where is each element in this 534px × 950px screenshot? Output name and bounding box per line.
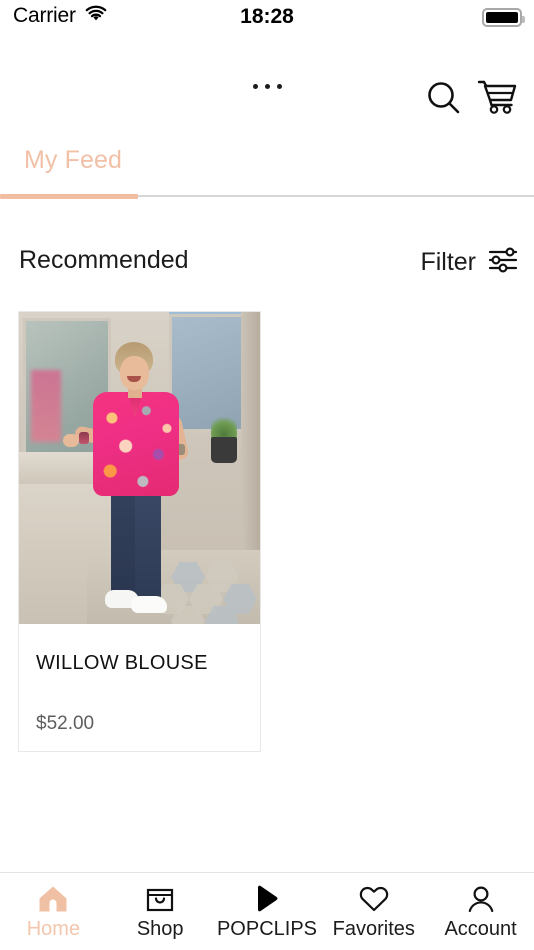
nav-item-home[interactable]: Home	[0, 873, 107, 941]
photo-model-shoe-right	[131, 596, 167, 613]
photo-window-display	[31, 370, 61, 442]
status-bar-center: 18:28	[0, 5, 534, 29]
product-card[interactable]: WILLOW BLOUSE $52.00	[18, 311, 261, 752]
nav-label-favorites: Favorites	[332, 918, 415, 940]
search-icon[interactable]	[424, 78, 464, 123]
filter-label: Filter	[420, 248, 476, 276]
dot	[253, 84, 258, 89]
shopping-cart-icon[interactable]	[476, 78, 520, 123]
nav-label-account: Account	[444, 918, 517, 940]
photo-column	[241, 312, 260, 562]
nav-label-home: Home	[26, 918, 81, 940]
nav-label-shop: Shop	[136, 918, 184, 940]
status-bar: Carrier 18:28	[0, 0, 534, 40]
filter-button[interactable]: Filter	[420, 246, 518, 279]
top-navigation-bar	[0, 62, 534, 134]
ellipsis-icon[interactable]	[253, 84, 282, 89]
dot	[265, 84, 270, 89]
section-title: Recommended	[19, 246, 189, 274]
feed-tab-bar: My Feed	[0, 134, 534, 204]
nav-label-popclips: POPCLIPS	[216, 918, 318, 940]
nav-item-popclips[interactable]: POPCLIPS	[214, 873, 321, 941]
photo-planter	[211, 437, 237, 463]
photo-model-bracelet	[79, 432, 89, 444]
shopping-bag-icon	[145, 882, 175, 916]
clock-label: 18:28	[240, 5, 294, 28]
app-screen: Carrier 18:28 My Feed Recommended Filter…	[0, 0, 534, 950]
photo-model-face	[120, 356, 149, 390]
status-bar-right	[482, 8, 525, 27]
battery-fill	[486, 12, 518, 23]
nav-item-favorites[interactable]: Favorites	[320, 873, 427, 941]
battery-terminal	[522, 16, 525, 23]
tab-active-indicator	[0, 194, 138, 199]
battery-icon	[482, 8, 525, 27]
sliders-icon	[488, 246, 518, 279]
section-header: Recommended Filter	[0, 246, 534, 288]
photo-plant	[211, 412, 237, 440]
photo-model-jeans-left	[111, 490, 135, 600]
product-price: $52.00	[36, 713, 95, 734]
home-icon	[36, 882, 70, 916]
bottom-navigation-bar: Home Shop POPCLIPS Favorites Account	[0, 872, 534, 950]
dot	[277, 84, 282, 89]
photo-model-jeans-right	[135, 490, 161, 602]
product-info: WILLOW BLOUSE $52.00	[19, 624, 260, 735]
product-name: WILLOW BLOUSE	[36, 652, 208, 674]
play-icon	[252, 882, 282, 916]
nav-item-account[interactable]: Account	[427, 873, 534, 941]
nav-item-shop[interactable]: Shop	[107, 873, 214, 941]
tab-my-feed[interactable]: My Feed	[24, 146, 122, 175]
person-icon	[466, 882, 496, 916]
product-image[interactable]	[19, 312, 260, 624]
photo-model-hand-left	[63, 434, 79, 447]
heart-icon	[358, 882, 390, 916]
